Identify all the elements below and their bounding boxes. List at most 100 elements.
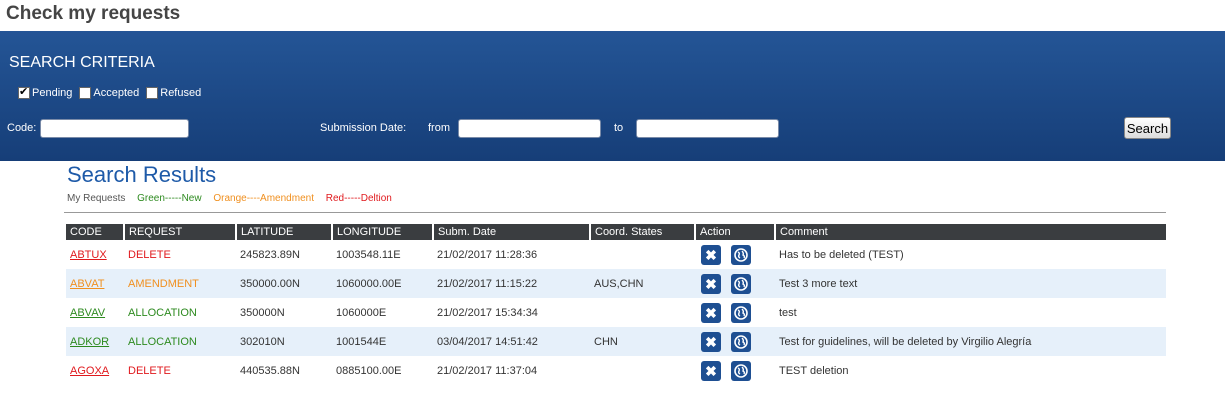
request-code-link[interactable]: AGOXA — [70, 365, 109, 377]
code-label: Code: — [7, 122, 37, 134]
cell-coord-states — [590, 356, 695, 385]
to-label: to — [614, 122, 624, 134]
page-title: Check my requests — [6, 3, 181, 24]
code-input[interactable] — [40, 119, 189, 138]
close-icon[interactable]: ✖ — [701, 273, 721, 294]
cell-coord-states — [590, 298, 695, 327]
status-legend: My Requests Green-----New Orange----Amen… — [67, 193, 401, 204]
cell-longitude: 1060000.00E — [332, 269, 433, 298]
column-header-latitude[interactable]: LATITUDE — [235, 224, 332, 240]
cell-subm-date: 21/02/2017 11:28:36 — [437, 248, 538, 261]
close-icon[interactable]: ✖ — [701, 302, 721, 323]
results-body: ABTUX DELETE 245823.89N 1003548.11E 21/02/20… — [66, 240, 1166, 385]
request-code-link[interactable]: ABTUX — [70, 249, 107, 261]
cell-latitude: 245823.89N — [240, 248, 300, 261]
table-row: ABVAV ALLOCATION 350000N 1060000E 21/02/2017… — [66, 298, 1166, 327]
close-icon[interactable]: ✖ — [701, 360, 721, 381]
from-label: from — [428, 122, 450, 134]
column-header-subm-date[interactable]: Subm. Date — [432, 224, 590, 240]
legend-label: My Requests — [67, 193, 126, 204]
date-from-input[interactable] — [458, 119, 601, 138]
cell-longitude: 1003548.11E — [336, 248, 401, 261]
cell-code: AGOXA — [66, 356, 124, 385]
legend-amendment: Orange----Amendment — [213, 193, 314, 204]
request-code-link[interactable]: ABVAV — [70, 307, 105, 319]
cell-request: DELETE — [128, 364, 171, 377]
cell-longitude: 1001544E — [332, 327, 433, 356]
table-header-row: CODE REQUEST LATITUDE LONGITUDE Subm. Da… — [66, 224, 1166, 240]
cell-comment: Test 3 more text — [775, 269, 1166, 298]
close-icon[interactable]: ✖ — [701, 244, 721, 265]
cell-action: ✖ — [695, 298, 775, 327]
table-row: ABVAT AMENDMENT 350000.00N 1060000.00E 21/02… — [66, 269, 1166, 298]
table-row: ABTUX DELETE 245823.89N 1003548.11E 21/02/20… — [66, 240, 1166, 269]
column-header-comment: Comment — [774, 224, 1166, 240]
column-header-code[interactable]: CODE — [66, 224, 124, 240]
cell-request: ALLOCATION — [124, 327, 236, 356]
submission-date-label: Submission Date: — [320, 122, 407, 134]
results-title: Search Results — [67, 162, 217, 187]
cell-action: ✖ — [695, 327, 775, 356]
column-header-coord-states[interactable]: Coord. States — [589, 224, 695, 240]
cell-latitude: 350000.00N — [236, 269, 332, 298]
cell-request: ALLOCATION — [128, 306, 197, 319]
cell-coord-states — [590, 240, 695, 269]
cell-latitude: 440535.88N — [240, 364, 300, 377]
cell-comment: Has to be deleted (TEST) — [779, 248, 904, 261]
column-header-longitude[interactable]: LONGITUDE — [331, 224, 433, 240]
results-table: CODE REQUEST LATITUDE LONGITUDE Subm. Da… — [66, 224, 1166, 385]
globe-icon[interactable] — [731, 302, 751, 323]
globe-icon-svg — [734, 247, 748, 262]
legend-deletion: Red-----Deltion — [325, 193, 392, 204]
globe-icon[interactable] — [731, 273, 751, 294]
request-code-link[interactable]: ABVAT — [70, 278, 104, 290]
cell-code: ABTUX — [66, 240, 124, 269]
table-row: ADKOR ALLOCATION 302010N 1001544E 03/04/2017… — [66, 327, 1166, 356]
close-icon[interactable]: ✖ — [701, 331, 721, 352]
pending-checkbox[interactable]: Pending — [18, 85, 73, 99]
date-to-input[interactable] — [636, 119, 779, 138]
cell-subm-date: 21/02/2017 11:37:04 — [437, 364, 538, 377]
cell-action: ✖ — [695, 240, 775, 269]
pending-checkbox-box[interactable] — [18, 85, 30, 99]
status-filter-row: Pending Accepted Refused — [18, 85, 208, 99]
globe-icon-svg — [734, 334, 748, 349]
cell-coord-states: AUS,CHN — [590, 269, 695, 298]
cell-request: DELETE — [128, 248, 171, 261]
cell-longitude: 1060000E — [336, 306, 387, 319]
globe-icon[interactable] — [731, 360, 751, 381]
refused-checkbox-box[interactable] — [146, 87, 159, 99]
search-criteria-panel: SEARCH CRITERIA Pending Accepted Refused… — [0, 31, 1225, 161]
globe-icon-svg — [734, 305, 748, 320]
globe-icon[interactable] — [731, 331, 751, 352]
refused-checkbox-label: Refused — [160, 87, 202, 99]
search-button[interactable]: Search — [1124, 117, 1171, 139]
cell-action: ✖ — [695, 356, 775, 385]
globe-icon-svg — [734, 363, 748, 378]
pending-checkbox-label: Pending — [32, 87, 73, 99]
request-code-link[interactable]: ADKOR — [70, 336, 109, 348]
cell-coord-states: CHN — [590, 327, 695, 356]
cell-subm-date: 21/02/2017 11:15:22 — [433, 269, 590, 298]
search-criteria-title: SEARCH CRITERIA — [9, 54, 155, 71]
divider — [64, 212, 1166, 213]
cell-code: ADKOR — [66, 327, 124, 356]
globe-icon-svg — [734, 276, 748, 291]
column-header-action: Action — [694, 224, 775, 240]
accepted-checkbox[interactable]: Accepted — [79, 87, 139, 99]
cell-subm-date: 03/04/2017 14:51:42 — [433, 327, 590, 356]
column-header-request[interactable]: REQUEST — [123, 224, 236, 240]
cell-code: ABVAV — [66, 298, 124, 327]
cell-code: ABVAT — [66, 269, 124, 298]
cell-longitude: 0885100.00E — [336, 364, 402, 377]
accepted-checkbox-box[interactable] — [79, 87, 92, 99]
cell-comment: TEST deletion — [779, 364, 849, 377]
globe-icon[interactable] — [731, 244, 751, 265]
cell-subm-date: 21/02/2017 15:34:34 — [437, 306, 538, 319]
cell-request: AMENDMENT — [124, 269, 236, 298]
cell-action: ✖ — [695, 269, 775, 298]
refused-checkbox[interactable]: Refused — [146, 87, 201, 99]
accepted-checkbox-label: Accepted — [93, 87, 140, 99]
cell-latitude: 302010N — [236, 327, 332, 356]
cell-comment: test — [779, 306, 797, 319]
